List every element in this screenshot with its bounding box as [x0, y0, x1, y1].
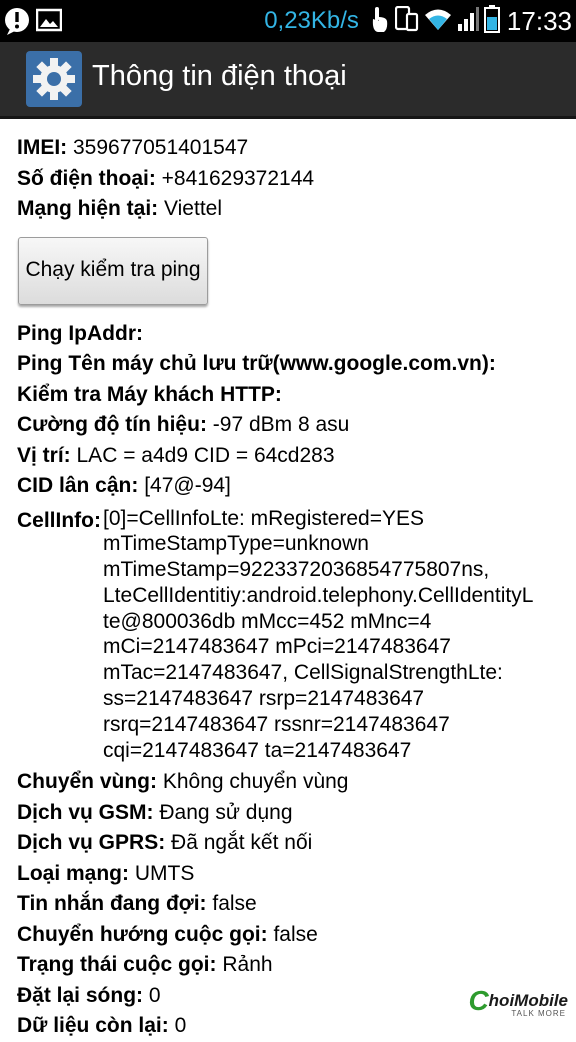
gprs-service-value: Đã ngắt kết nối [165, 831, 313, 855]
cellinfo-line: mCi=2147483647 mPci=2147483647 [103, 635, 451, 659]
cellinfo-line: LteCellIdentitiy:android.telephony.CellI… [103, 583, 534, 607]
location-row: Vị trí: LAC = a4d9 CID = 64cd283 [17, 441, 573, 472]
phone-info-content: IMEI: 359677051401547 Số điện thoại: +84… [17, 133, 573, 1042]
network-speed: 0,23Kb/s [264, 7, 359, 34]
battery-icon [483, 4, 500, 38]
watermark-phone-icon: C [468, 985, 489, 1016]
roaming-value: Không chuyển vùng [157, 770, 349, 794]
cellinfo-line: mTimeStamp=9223372036854775807ns, [103, 558, 490, 582]
network-type-label: Loại mạng: [17, 861, 130, 885]
network-type-value: UMTS [129, 861, 195, 885]
cellinfo-line: ss=2147483647 rsrp=2147483647 [103, 687, 425, 711]
signal-icon [457, 6, 479, 37]
location-label: Vị trí: [17, 443, 71, 467]
gsm-service-value: Đang sử dụng [153, 800, 293, 824]
gsm-service-row: Dịch vụ GSM: Đang sử dụng [17, 798, 573, 829]
gprs-service-row: Dịch vụ GPRS: Đã ngắt kết nối [17, 828, 573, 859]
http-client-test-row: Kiểm tra Máy khách HTTP: [17, 380, 573, 411]
location-value: LAC = a4d9 CID = 64cd283 [70, 443, 335, 467]
call-state-row: Trạng thái cuộc gọi: Rảnh [17, 950, 573, 981]
cellinfo-line: mTac=2147483647, CellSignalStrengthLte: [103, 661, 503, 685]
cellinfo-row: CellInfo: [0]=CellInfoLte: mRegistered=Y… [17, 506, 573, 764]
action-bar: Thông tin điện thoại [0, 42, 576, 119]
signal-strength-label: Cường độ tín hiệu: [17, 413, 207, 436]
ping-hostname-row: Ping Tên máy chủ lưu trữ(www.google.com.… [17, 349, 573, 380]
radio-resets-value: 0 [143, 983, 161, 1007]
imei-label: IMEI: [17, 136, 68, 159]
neighbor-cid-label: CID lân cận: [17, 474, 139, 497]
call-forward-value: false [267, 922, 318, 946]
message-waiting-value: false [206, 892, 257, 916]
devices-icon [394, 5, 419, 37]
call-state-value: Rảnh [216, 953, 273, 977]
status-bar: 0,23Kb/s 17:33 [0, 0, 576, 42]
data-remaining-label: Dữ liệu còn lại: [17, 1014, 169, 1038]
current-network-value: Viettel [158, 197, 222, 220]
network-type-row: Loại mạng: UMTS [17, 859, 573, 890]
roaming-row: Chuyển vùng: Không chuyển vùng [17, 767, 573, 798]
ping-ipaddr-label: Ping IpAddr: [17, 321, 143, 345]
cellinfo-line: cqi=2147483647 ta=2147483647 [103, 738, 412, 762]
neighbor-cid-row: CID lân cận: [47@-94] [17, 471, 573, 502]
cellinfo-line: rsrq=2147483647 rssnr=2147483647 [103, 712, 450, 736]
message-waiting-label: Tin nhắn đang đợi: [17, 892, 207, 916]
settings-gear-icon[interactable] [26, 51, 82, 107]
cellinfo-label: CellInfo: [17, 508, 101, 532]
phone-number-value: +841629372144 [155, 166, 315, 190]
gsm-service-label: Dịch vụ GSM: [17, 800, 154, 824]
message-waiting-row: Tin nhắn đang đợi: false [17, 889, 573, 920]
clock: 17:33 [506, 5, 572, 36]
gprs-service-label: Dịch vụ GPRS: [17, 831, 166, 855]
signal-strength-row: Cường độ tín hiệu: -97 dBm 8 asu [17, 410, 573, 441]
cellinfo-line: te@800036db mMcc=452 mMnc=4 [103, 609, 432, 633]
call-state-label: Trạng thái cuộc gọi: [17, 953, 217, 977]
page-title: Thông tin điện thoại [92, 60, 347, 92]
data-remaining-value: 0 [168, 1014, 187, 1038]
cellinfo-line: mTimeStampType=unknown [103, 532, 369, 556]
watermark-logo: C hoiMobile TALK MORE [468, 985, 568, 1018]
radio-resets-label: Đặt lại sóng: [17, 983, 144, 1007]
current-network-row: Mạng hiện tại: Viettel [17, 194, 573, 225]
neighbor-cid-value: [47@-94] [138, 474, 231, 497]
ping-hostname-label: Ping Tên máy chủ lưu trữ(www.google.com.… [17, 352, 496, 375]
signal-strength-value: -97 dBm 8 asu [206, 413, 350, 436]
phone-number-label: Số điện thoại: [17, 166, 156, 190]
imei-row: IMEI: 359677051401547 [17, 133, 573, 164]
touch-icon [368, 5, 390, 38]
alert-icon [4, 7, 30, 40]
http-client-test-label: Kiểm tra Máy khách HTTP: [17, 382, 282, 406]
watermark-text: hoiMobile [488, 991, 568, 1010]
wifi-icon [424, 7, 452, 36]
imei-value: 359677051401547 [67, 136, 249, 159]
cellinfo-lines: [0]=CellInfoLte: mRegistered=YES mTimeSt… [103, 506, 533, 764]
cellinfo-line: [0]=CellInfoLte: mRegistered=YES [103, 506, 425, 530]
call-forward-label: Chuyển hướng cuộc gọi: [17, 922, 268, 946]
phone-number-row: Số điện thoại: +841629372144 [17, 164, 573, 195]
run-ping-test-button[interactable]: Chạy kiểm tra ping [18, 236, 208, 305]
roaming-label: Chuyển vùng: [17, 770, 157, 794]
ping-ipaddr-row: Ping IpAddr: [17, 319, 573, 350]
image-icon [35, 7, 63, 40]
call-forward-row: Chuyển hướng cuộc gọi: false [17, 920, 573, 951]
current-network-label: Mạng hiện tại: [17, 197, 159, 220]
watermark-subtext: TALK MORE [511, 1009, 566, 1018]
